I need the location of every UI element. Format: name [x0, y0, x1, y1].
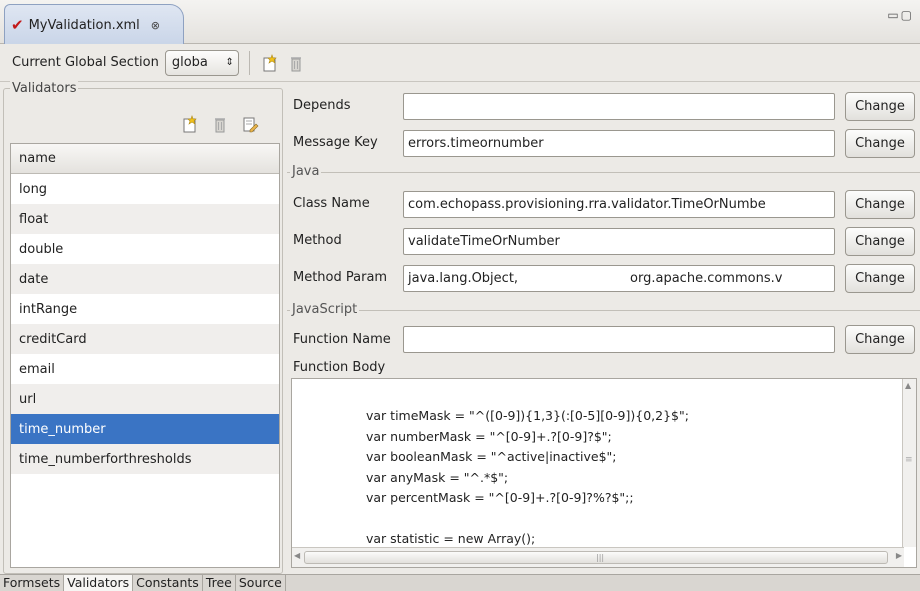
horizontal-scrollbar[interactable]: ◀ ||| ▶: [292, 547, 904, 567]
validators-group-label: Validators: [10, 81, 79, 96]
validator-row[interactable]: intRange: [11, 294, 279, 324]
function-name-change-button[interactable]: Change: [845, 325, 915, 354]
method-label: Method: [293, 233, 342, 248]
new-validator-icon[interactable]: [180, 114, 200, 134]
global-section-value: globa: [171, 55, 208, 70]
method-param-value-1: java.lang.Object,: [408, 271, 519, 286]
code-line: var booleanMask = "^active|inactive$";: [366, 449, 617, 464]
global-section-label: Current Global Section: [12, 55, 159, 70]
function-name-label: Function Name: [293, 332, 391, 347]
method-param-label: Method Param: [293, 270, 388, 285]
global-section-select[interactable]: globa ⇕: [164, 49, 239, 76]
window-controls: ▭▢: [887, 8, 914, 22]
maximize-icon[interactable]: ▢: [901, 8, 914, 22]
depends-field[interactable]: [403, 93, 835, 120]
new-global-icon[interactable]: [260, 53, 280, 73]
class-name-change-button[interactable]: Change: [845, 190, 915, 219]
edit-validator-icon[interactable]: [240, 114, 260, 134]
validator-row[interactable]: creditCard: [11, 324, 279, 354]
validator-row[interactable]: float: [11, 204, 279, 234]
page-tab-source[interactable]: Source: [236, 575, 286, 591]
validator-row[interactable]: time_numberforthresholds: [11, 444, 279, 474]
vertical-scrollbar[interactable]: ▲ ≡: [902, 379, 916, 547]
checkmark-icon: ✔: [11, 16, 24, 34]
class-name-field[interactable]: com.echopass.provisioning.rra.validator.…: [403, 191, 835, 218]
page-tab-tree[interactable]: Tree: [203, 575, 236, 591]
code-line: var percentMask = "^[0-9]+.?[0-9]?%?$";;: [366, 490, 634, 505]
class-name-label: Class Name: [293, 196, 370, 211]
method-field[interactable]: validateTimeOrNumber: [403, 228, 835, 255]
method-param-value-2: org.apache.commons.v: [630, 271, 783, 286]
spinner-arrows-icon: ⇕: [225, 57, 234, 68]
editor-page-tabs: Formsets Validators Constants Tree Source: [0, 574, 920, 591]
validator-row[interactable]: url: [11, 384, 279, 414]
editor-tab-myvalidation[interactable]: ✔ MyValidation.xml ⊗: [4, 4, 184, 45]
page-tab-formsets[interactable]: Formsets: [0, 575, 65, 591]
validator-actions: [180, 114, 266, 134]
javascript-group-border: [287, 310, 920, 311]
scroll-grip: |||: [596, 553, 605, 562]
validator-row[interactable]: time_number: [11, 414, 279, 444]
java-group-border: [287, 172, 920, 173]
validator-row[interactable]: double: [11, 234, 279, 264]
validator-row[interactable]: email: [11, 354, 279, 384]
minimize-icon[interactable]: ▭: [887, 8, 900, 22]
function-body-label: Function Body: [293, 360, 386, 375]
page-tab-validators[interactable]: Validators: [64, 575, 134, 591]
scroll-up-icon[interactable]: ▲: [905, 381, 911, 390]
depends-change-button[interactable]: Change: [845, 92, 915, 121]
global-section-toolbar: Current Global Section globa ⇕: [0, 44, 920, 82]
page-tab-constants[interactable]: Constants: [133, 575, 203, 591]
method-change-button[interactable]: Change: [845, 227, 915, 256]
java-group-label: Java: [290, 164, 322, 179]
method-param-change-button[interactable]: Change: [845, 264, 915, 293]
validator-row[interactable]: long: [11, 174, 279, 204]
javascript-group-label: JavaScript: [290, 302, 360, 317]
code-line: var timeMask = "^([0-9]){1,3}(:[0-5][0-9…: [366, 408, 689, 423]
function-body-code: var timeMask = "^([0-9]){1,3}(:[0-5][0-9…: [366, 406, 689, 550]
scroll-right-icon[interactable]: ▶: [896, 551, 902, 560]
toolbar-separator: [248, 50, 250, 75]
code-line: var anyMask = "^.*$";: [366, 469, 509, 485]
close-icon[interactable]: ⊗: [151, 19, 160, 32]
method-param-field[interactable]: java.lang.Object, org.apache.commons.v: [403, 265, 835, 292]
column-header-name: name: [19, 151, 56, 166]
delete-global-icon[interactable]: [286, 53, 306, 73]
horizontal-scroll-thumb[interactable]: |||: [304, 551, 888, 564]
delete-validator-icon[interactable]: [210, 114, 230, 134]
scroll-left-icon[interactable]: ◀: [294, 551, 300, 560]
function-body-editor[interactable]: var timeMask = "^([0-9]){1,3}(:[0-5][0-9…: [291, 378, 917, 568]
message-key-field[interactable]: errors.timeornumber: [403, 130, 835, 157]
validators-table: name long float double date intRange creditCa…: [10, 143, 280, 568]
code-line: var numberMask = "^[0-9]+.?[0-9]?$";: [366, 428, 612, 444]
scroll-grip-icon: ≡: [905, 455, 913, 465]
function-name-field[interactable]: [403, 326, 835, 353]
validator-row[interactable]: date: [11, 264, 279, 294]
depends-label: Depends: [293, 98, 351, 113]
message-key-change-button[interactable]: Change: [845, 129, 915, 158]
validators-table-body: long float double date intRange creditCard ema…: [11, 174, 279, 474]
editor-tab-title: MyValidation.xml: [28, 17, 140, 33]
validators-table-header[interactable]: name: [11, 144, 279, 174]
message-key-label: Message Key: [293, 135, 378, 150]
